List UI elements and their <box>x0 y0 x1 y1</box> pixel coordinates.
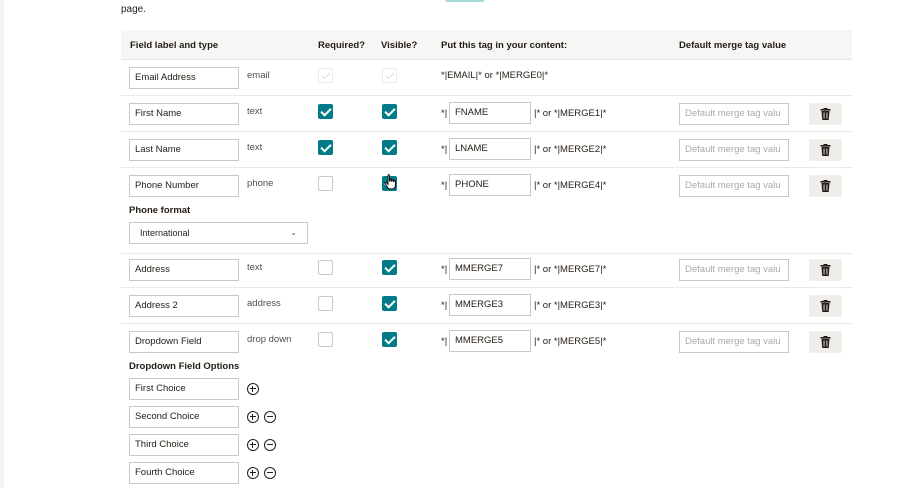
minus-circle-icon[interactable] <box>264 411 276 423</box>
header-field-label: Field label and type <box>130 40 219 51</box>
merge-tag-suffix: |* or *|MERGE2|* <box>534 144 607 155</box>
phone-format-select[interactable]: International ⌄ <box>129 222 308 244</box>
merge-tag-suffix: |* or *|MERGE1|* <box>534 108 607 119</box>
default-value-input[interactable]: Default merge tag valu <box>679 139 789 161</box>
dropdown-choice-input[interactable]: First Choice <box>129 378 239 400</box>
field-type: text <box>247 262 263 273</box>
merge-tag-prefix: *| <box>441 336 448 347</box>
trash-icon <box>820 300 831 312</box>
delete-field-button[interactable] <box>809 103 842 125</box>
merge-tag-input[interactable]: MMERGE7 <box>449 258 531 280</box>
visible-checkbox[interactable] <box>382 140 397 155</box>
field-label-input[interactable]: Address 2 <box>129 295 239 317</box>
field-type: phone <box>247 178 274 189</box>
merge-tag-input[interactable]: FNAME <box>449 102 531 124</box>
delete-field-button[interactable] <box>809 139 842 161</box>
header-default-value: Default merge tag value <box>679 40 787 51</box>
trash-icon <box>820 108 831 120</box>
field-label-input[interactable]: Address <box>129 259 239 281</box>
default-value-input[interactable]: Default merge tag valu <box>679 259 789 281</box>
default-value-input[interactable]: Default merge tag valu <box>679 331 789 353</box>
dropdown-options-label: Dropdown Field Options <box>129 361 240 372</box>
merge-tag-input[interactable]: MMERGE5 <box>449 330 531 352</box>
field-type: address <box>247 298 281 309</box>
top-pill <box>445 0 485 2</box>
default-value-input[interactable]: Default merge tag valu <box>679 103 789 125</box>
required-checkbox[interactable] <box>318 176 333 191</box>
table-row: Address text *| MMERGE7 |* or *|MERGE7|*… <box>121 252 852 288</box>
dropdown-choice-input[interactable]: Third Choice <box>129 434 239 456</box>
trash-icon <box>820 144 831 156</box>
table-header: Field label and type Required? Visible? … <box>121 30 852 60</box>
plus-circle-icon[interactable] <box>247 383 259 395</box>
required-checkbox <box>318 68 333 83</box>
merge-tag-prefix: *| <box>441 180 448 191</box>
table-row: Phone Number phone *| PHONE |* or *|MERG… <box>121 168 852 254</box>
chevron-down-icon: ⌄ <box>290 228 297 237</box>
table-row: Email Address email *|EMAIL|* or *|MERGE… <box>121 60 852 96</box>
table-row: Address 2 address *| MMERGE3 |* or *|MER… <box>121 288 852 324</box>
header-merge-tag: Put this tag in your content: <box>441 40 568 51</box>
merge-tag-suffix: |* or *|MERGE5|* <box>534 336 607 347</box>
left-edge-strip <box>0 0 4 488</box>
merge-tag-suffix: |* or *|MERGE3|* <box>534 300 607 311</box>
merge-tag-input[interactable]: MMERGE3 <box>449 294 531 316</box>
field-type: text <box>247 106 263 117</box>
trash-icon <box>820 180 831 192</box>
trash-icon <box>820 264 831 276</box>
field-label-input[interactable]: Phone Number <box>129 175 239 197</box>
visible-checkbox[interactable] <box>382 296 397 311</box>
default-value-input[interactable]: Default merge tag valu <box>679 175 789 197</box>
header-visible: Visible? <box>381 40 418 51</box>
merge-tag-input[interactable]: LNAME <box>449 138 531 160</box>
merge-tag-text: *|EMAIL|* or *|MERGE0|* <box>441 70 549 81</box>
merge-tag-prefix: *| <box>441 264 448 275</box>
merge-tag-prefix: *| <box>441 300 448 311</box>
table-row: Last Name text *| LNAME |* or *|MERGE2|*… <box>121 132 852 168</box>
hand-pointer-icon <box>384 174 396 190</box>
field-type: drop down <box>247 334 292 345</box>
required-checkbox[interactable] <box>318 296 333 311</box>
table-row: First Name text *| FNAME |* or *|MERGE1|… <box>121 96 852 132</box>
plus-circle-icon[interactable] <box>247 439 259 451</box>
dropdown-choice-input[interactable]: Fourth Choice <box>129 462 239 484</box>
merge-tag-suffix: |* or *|MERGE4|* <box>534 180 607 191</box>
required-checkbox[interactable] <box>318 140 333 155</box>
merge-tag-suffix: |* or *|MERGE7|* <box>534 264 607 275</box>
merge-tag-prefix: *| <box>441 108 448 119</box>
minus-circle-icon[interactable] <box>264 467 276 479</box>
phone-format-label: Phone format <box>129 205 191 216</box>
visible-checkbox <box>382 68 397 83</box>
field-type: email <box>247 70 270 81</box>
phone-format-value: International <box>140 228 190 238</box>
merge-tag-input[interactable]: PHONE <box>449 174 531 196</box>
header-required: Required? <box>318 40 365 51</box>
required-checkbox[interactable] <box>318 332 333 347</box>
delete-field-button[interactable] <box>809 175 842 197</box>
plus-circle-icon[interactable] <box>247 467 259 479</box>
intro-text: page. <box>121 4 147 15</box>
trash-icon <box>820 336 831 348</box>
field-label-input[interactable]: Email Address <box>129 67 239 89</box>
required-checkbox[interactable] <box>318 260 333 275</box>
field-type: text <box>247 142 263 153</box>
visible-checkbox[interactable] <box>382 260 397 275</box>
visible-checkbox[interactable] <box>382 104 397 119</box>
table-row: Dropdown Field drop down *| MMERGE5 |* o… <box>121 324 852 360</box>
field-label-input[interactable]: Dropdown Field <box>129 331 239 353</box>
merge-tag-prefix: *| <box>441 144 448 155</box>
field-label-input[interactable]: First Name <box>129 103 239 125</box>
dropdown-choice-input[interactable]: Second Choice <box>129 406 239 428</box>
delete-field-button[interactable] <box>809 259 842 281</box>
delete-field-button[interactable] <box>809 295 842 317</box>
delete-field-button[interactable] <box>809 331 842 353</box>
field-label-input[interactable]: Last Name <box>129 139 239 161</box>
minus-circle-icon[interactable] <box>264 439 276 451</box>
visible-checkbox[interactable] <box>382 332 397 347</box>
required-checkbox[interactable] <box>318 104 333 119</box>
plus-circle-icon[interactable] <box>247 411 259 423</box>
